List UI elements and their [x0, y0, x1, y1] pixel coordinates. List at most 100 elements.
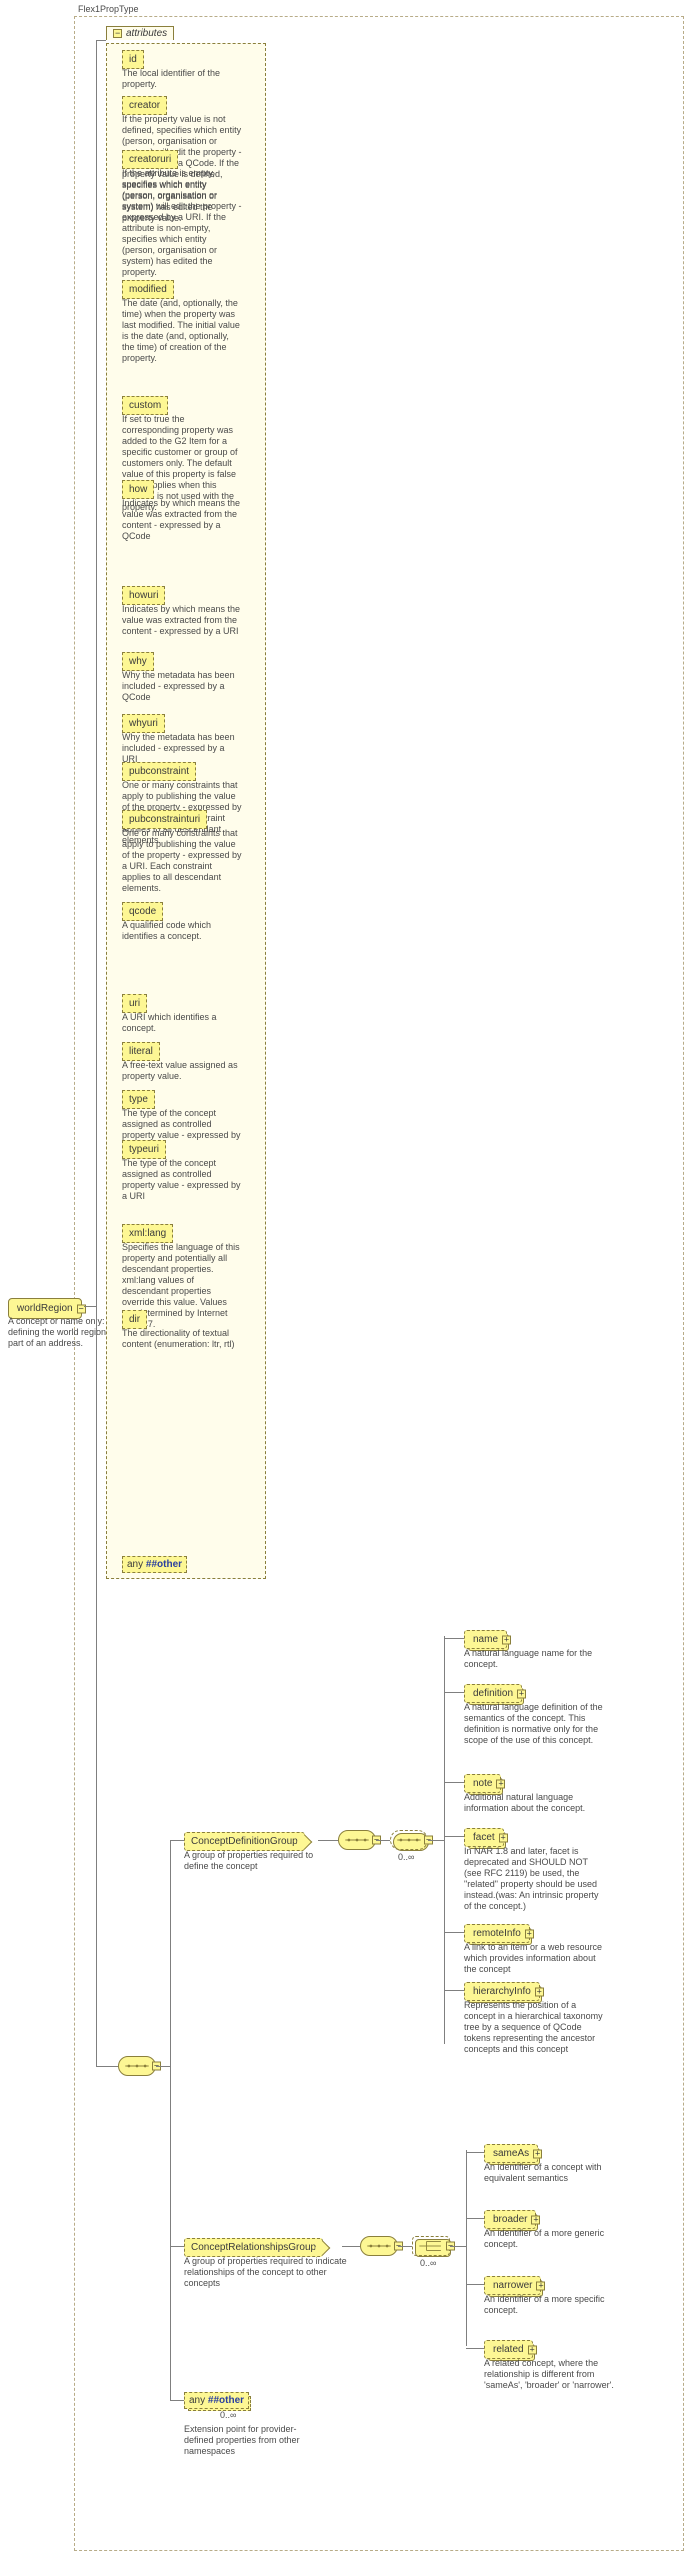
connector — [376, 1840, 390, 1841]
attr-literal[interactable]: literal — [122, 1042, 160, 1061]
attr-label: custom — [129, 400, 161, 411]
connector — [96, 2066, 118, 2067]
expand-toggle[interactable]: + — [531, 2215, 540, 2224]
attr-qcode[interactable]: qcode — [122, 902, 163, 921]
connector — [342, 2246, 360, 2247]
element-remoteinfo[interactable]: remoteInfo+ — [464, 1924, 530, 1943]
attr-label: qcode — [129, 906, 156, 917]
element-facet[interactable]: facet+ — [464, 1828, 504, 1847]
attr-desc: Why the metadata has been included - exp… — [122, 732, 242, 765]
expand-toggle[interactable]: + — [528, 2345, 537, 2354]
attr-label: whyuri — [129, 718, 158, 729]
attr-label: uri — [129, 998, 140, 1009]
attr-pubconstraint[interactable]: pubconstraint — [122, 762, 196, 781]
worldregion-desc: A concept or name only: defining the wor… — [8, 1316, 108, 1349]
any-ns: ##other — [146, 1559, 182, 1570]
attr-desc: A URI which identifies a concept. — [122, 1012, 242, 1034]
sequence-compositor[interactable]: − — [118, 2056, 156, 2076]
occurrence-label: 0..∞ — [420, 2258, 436, 2268]
sequence-compositor[interactable]: − — [338, 1830, 376, 1850]
expand-toggle[interactable]: + — [502, 1635, 511, 1644]
element-label: facet — [473, 1832, 495, 1843]
attr-typeuri[interactable]: typeuri — [122, 1140, 166, 1159]
element-label: remoteInfo — [473, 1928, 521, 1939]
concept-definition-group[interactable]: ConceptDefinitionGroup — [184, 1832, 305, 1851]
element-name[interactable]: name+ — [464, 1630, 507, 1649]
element-label: broader — [493, 2214, 527, 2225]
element-broader[interactable]: broader+ — [484, 2210, 536, 2229]
attr-uri[interactable]: uri — [122, 994, 147, 1013]
attr-desc: Why the metadata has been included - exp… — [122, 670, 242, 703]
expand-toggle[interactable]: + — [517, 1689, 526, 1698]
type-name: Flex1PropType — [78, 4, 139, 15]
connector — [444, 1990, 464, 1991]
element-label: hierarchyInfo — [473, 1986, 531, 1997]
worldregion-label: worldRegion — [17, 1303, 73, 1314]
any-ns: ##other — [208, 2395, 244, 2406]
attr-pubconstrainturi[interactable]: pubconstrainturi — [122, 810, 207, 829]
attr-desc: Indicates by which means the value was e… — [122, 498, 242, 542]
attr-label: how — [129, 484, 147, 495]
expand-toggle[interactable]: + — [499, 1833, 508, 1842]
element-narrower[interactable]: narrower+ — [484, 2276, 541, 2295]
element-desc: Represents the position of a concept in … — [464, 2000, 604, 2055]
any-label: any — [127, 1559, 143, 1570]
expand-toggle[interactable]: + — [533, 2149, 542, 2158]
attr-xml-lang[interactable]: xml:lang — [122, 1224, 173, 1243]
sequence-compositor[interactable]: − — [360, 2236, 398, 2256]
connector — [466, 2348, 484, 2349]
attr-creatoruri[interactable]: creatoruri — [122, 150, 178, 169]
connector — [170, 1840, 184, 1841]
attr-creator[interactable]: creator — [122, 96, 167, 115]
element-desc: An identifier of a more specific concept… — [484, 2294, 624, 2316]
expand-toggle[interactable]: + — [536, 2281, 545, 2290]
attributes-tab[interactable]: −attributes — [106, 26, 174, 40]
connector — [466, 2152, 484, 2153]
element-label: note — [473, 1778, 492, 1789]
element-note[interactable]: note+ — [464, 1774, 501, 1793]
expand-toggle[interactable]: + — [535, 1987, 544, 1996]
element-related[interactable]: related+ — [484, 2340, 533, 2359]
element-label: related — [493, 2344, 524, 2355]
attr-any[interactable]: any ##other — [122, 1556, 187, 1573]
attr-label: typeuri — [129, 1144, 159, 1155]
connector — [444, 1638, 464, 1639]
connector — [466, 2284, 484, 2285]
element-hierarchyinfo[interactable]: hierarchyInfo+ — [464, 1982, 540, 2001]
diagram-canvas: Flex1PropType worldRegion − A concept or… — [0, 0, 688, 2567]
element-definition[interactable]: definition+ — [464, 1684, 522, 1703]
element-label: name — [473, 1634, 498, 1645]
attr-dir[interactable]: dir — [122, 1310, 147, 1329]
connector — [450, 2246, 466, 2247]
group-desc: A group of properties required to indica… — [184, 2256, 354, 2289]
connector — [428, 1840, 444, 1841]
attr-custom[interactable]: custom — [122, 396, 168, 415]
sequence-compositor[interactable]: − — [390, 1830, 428, 1850]
element-desc: A related concept, where the relationshi… — [484, 2358, 624, 2391]
attr-modified[interactable]: modified — [122, 280, 174, 299]
collapse-icon[interactable]: − — [113, 29, 122, 38]
connector — [466, 2218, 484, 2219]
expand-toggle[interactable]: + — [525, 1929, 534, 1938]
attr-how[interactable]: how — [122, 480, 154, 499]
attr-label: howuri — [129, 590, 158, 601]
attr-desc: The type of the concept assigned as cont… — [122, 1158, 242, 1202]
concept-relationships-group[interactable]: ConceptRelationshipsGroup — [184, 2238, 323, 2257]
attr-why[interactable]: why — [122, 652, 154, 671]
connector — [96, 40, 97, 1306]
attr-type[interactable]: type — [122, 1090, 155, 1109]
element-desc: A link to an item or a web resource whic… — [464, 1942, 604, 1975]
attr-desc: Indicates by which means the value was e… — [122, 604, 242, 637]
choice-compositor[interactable]: − — [412, 2236, 450, 2256]
expand-toggle[interactable]: + — [496, 1779, 505, 1788]
attr-whyuri[interactable]: whyuri — [122, 714, 165, 733]
attr-id[interactable]: id — [122, 50, 144, 69]
connector — [466, 2150, 467, 2346]
attr-label: xml:lang — [129, 1228, 166, 1239]
any-element[interactable]: any ##other — [184, 2392, 249, 2409]
attr-howuri[interactable]: howuri — [122, 586, 165, 605]
connector — [444, 1836, 464, 1837]
connector — [84, 1306, 96, 1307]
element-sameas[interactable]: sameAs+ — [484, 2144, 538, 2163]
attributes-tab-label: attributes — [126, 28, 167, 39]
